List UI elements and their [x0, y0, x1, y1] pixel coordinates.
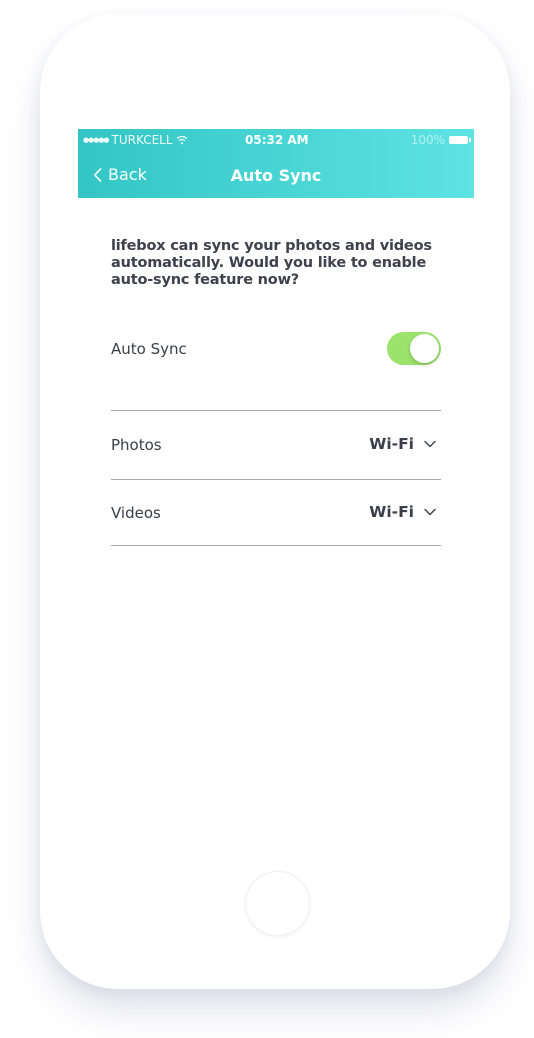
battery-percent: 100% — [410, 133, 445, 147]
app-screen: ●●●●● TURKCELL 05:32 AM 100% Back Auto S… — [78, 129, 474, 834]
page-title: Auto Sync — [230, 166, 322, 185]
chevron-down-icon — [424, 440, 436, 448]
videos-sync-row[interactable]: Videos Wi-Fi — [111, 491, 441, 535]
intro-text: lifebox can sync your photos and videos … — [111, 238, 432, 288]
battery-icon — [449, 136, 471, 144]
carrier-name: TURKCELL — [111, 133, 173, 147]
home-button[interactable] — [245, 871, 310, 936]
divider — [111, 479, 441, 480]
toggle-knob — [410, 334, 439, 363]
settings-content: lifebox can sync your photos and videos … — [111, 238, 441, 546]
photos-label: Photos — [111, 436, 162, 454]
signal-strength-icon: ●●●●● — [83, 136, 110, 144]
auto-sync-row: Auto Sync — [111, 332, 441, 366]
photos-sync-row[interactable]: Photos Wi-Fi — [111, 423, 441, 467]
status-bar: ●●●●● TURKCELL 05:32 AM 100% — [78, 129, 474, 151]
app-header: ●●●●● TURKCELL 05:32 AM 100% Back Auto S… — [78, 129, 474, 198]
auto-sync-toggle[interactable] — [387, 332, 441, 365]
videos-network-select[interactable]: Wi-Fi — [369, 503, 436, 521]
photos-network-value: Wi-Fi — [369, 435, 414, 453]
status-time: 05:32 AM — [245, 133, 309, 147]
videos-network-value: Wi-Fi — [369, 503, 414, 521]
wifi-icon — [176, 135, 187, 145]
divider — [111, 545, 441, 546]
carrier-info: ●●●●● TURKCELL — [83, 133, 188, 147]
battery-status: 100% — [410, 133, 471, 147]
photos-network-select[interactable]: Wi-Fi — [369, 435, 436, 453]
chevron-down-icon — [424, 508, 436, 516]
auto-sync-label: Auto Sync — [111, 340, 187, 358]
videos-label: Videos — [111, 504, 161, 522]
divider — [111, 410, 441, 411]
